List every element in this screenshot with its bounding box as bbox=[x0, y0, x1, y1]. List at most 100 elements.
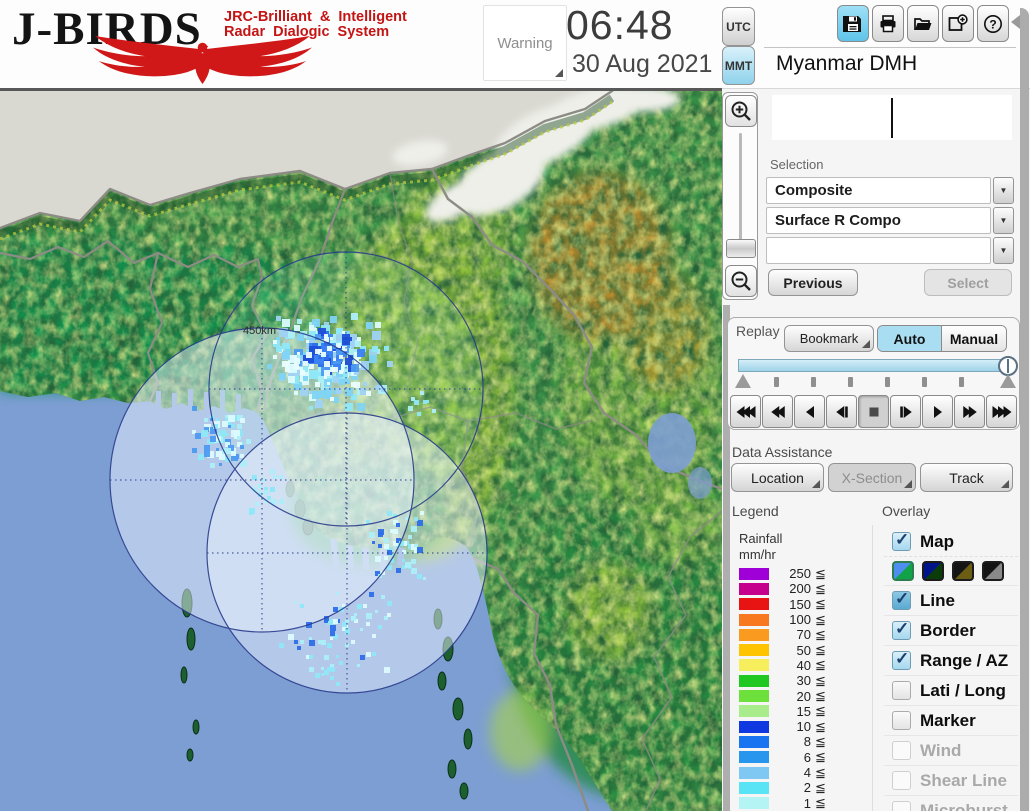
location-button-label: Location bbox=[751, 470, 804, 486]
checkbox-checked[interactable]: ✓ bbox=[892, 591, 911, 610]
range-label-450km: 450km bbox=[243, 325, 276, 337]
legend-row: 10≦ bbox=[739, 719, 849, 734]
legend-row: 100≦ bbox=[739, 612, 849, 627]
scheme-day-swatch[interactable] bbox=[892, 561, 914, 581]
map-zoom-slider-handle[interactable] bbox=[726, 239, 756, 258]
replay-panel: Replay Bookmark Auto Manual bbox=[727, 317, 1020, 430]
map-zoom-strip bbox=[722, 92, 758, 300]
checkbox-unchecked[interactable] bbox=[892, 681, 911, 700]
clock-date: 30 Aug 2021 bbox=[572, 50, 742, 79]
rewind-icon bbox=[767, 405, 789, 419]
mmt-label: MMT bbox=[725, 59, 752, 73]
legend-color-swatch bbox=[739, 736, 769, 748]
forward-button[interactable] bbox=[954, 395, 985, 428]
checkbox-unchecked[interactable] bbox=[892, 711, 911, 730]
overlay-item-label: Lati / Long bbox=[920, 681, 1006, 701]
station-name-box[interactable] bbox=[772, 95, 1012, 140]
overlay-item-range-az[interactable]: ✓Range / AZ bbox=[884, 645, 1018, 675]
panel-collapse-arrow[interactable] bbox=[1011, 15, 1020, 29]
manual-mode-button[interactable]: Manual bbox=[942, 326, 1006, 351]
auto-button-label: Auto bbox=[894, 331, 926, 347]
save-icon bbox=[843, 14, 863, 34]
timezone-utc-button[interactable]: UTC bbox=[722, 7, 755, 46]
checkbox-checked[interactable]: ✓ bbox=[892, 621, 911, 640]
bookmark-button[interactable]: Bookmark bbox=[784, 325, 874, 352]
category-dropdown-arrow[interactable]: ▼ bbox=[993, 177, 1014, 204]
overlay-item-wind[interactable]: Wind bbox=[884, 735, 1018, 765]
step-forward-button[interactable] bbox=[890, 395, 921, 428]
logo-subtitle-line1: JRC-Brilliant & Intelligent bbox=[224, 10, 407, 25]
scheme-night-swatch[interactable] bbox=[922, 561, 944, 581]
overlay-item-microburst[interactable]: Microburst bbox=[884, 795, 1018, 811]
play-forward-button[interactable] bbox=[922, 395, 953, 428]
slider-tick bbox=[922, 377, 927, 387]
legend-section-label: Legend bbox=[732, 503, 779, 519]
checkbox-checked[interactable]: ✓ bbox=[892, 532, 911, 551]
legend-suffix: ≦ bbox=[815, 673, 826, 689]
rewind-fast-button[interactable] bbox=[730, 395, 761, 428]
warning-button[interactable]: Warning bbox=[483, 5, 567, 81]
selection-section-label: Selection bbox=[770, 157, 823, 172]
checkbox-unchecked[interactable] bbox=[892, 801, 911, 811]
checkbox-unchecked[interactable] bbox=[892, 771, 911, 790]
map-zoom-in-button[interactable] bbox=[725, 95, 757, 127]
legend-color-swatch bbox=[739, 598, 769, 610]
legend-color-swatch bbox=[739, 675, 769, 687]
overlay-item-line[interactable]: ✓Line bbox=[884, 585, 1018, 615]
previous-button[interactable]: Previous bbox=[768, 269, 858, 296]
extra-dropdown-arrow[interactable]: ▼ bbox=[993, 237, 1014, 264]
stop-button[interactable] bbox=[858, 395, 889, 428]
track-button[interactable]: Track bbox=[920, 463, 1013, 492]
select-button[interactable]: Select bbox=[924, 269, 1012, 296]
overlay-item-marker[interactable]: Marker bbox=[884, 705, 1018, 735]
stop-icon bbox=[863, 405, 885, 419]
xsection-button[interactable]: X-Section bbox=[828, 463, 916, 492]
import-image-button[interactable] bbox=[942, 5, 974, 42]
play-backward-button[interactable] bbox=[794, 395, 825, 428]
radar-map[interactable]: 450km bbox=[0, 88, 722, 811]
scheme-gray-swatch[interactable] bbox=[982, 561, 1004, 581]
rewind-button[interactable] bbox=[762, 395, 793, 428]
open-folder-button[interactable] bbox=[907, 5, 939, 42]
help-button[interactable]: ? bbox=[977, 5, 1009, 42]
overlay-item-label: Marker bbox=[920, 711, 976, 731]
overlay-item-shear-line[interactable]: Shear Line bbox=[884, 765, 1018, 795]
auto-mode-button[interactable]: Auto bbox=[878, 326, 942, 351]
overlay-item-label: Shear Line bbox=[920, 771, 1007, 791]
legend-suffix: ≦ bbox=[815, 596, 826, 612]
category-dropdown[interactable]: Composite bbox=[766, 177, 991, 204]
legend-quantity-label: Rainfall bbox=[739, 531, 782, 546]
track-button-label: Track bbox=[949, 470, 983, 486]
save-button[interactable] bbox=[837, 5, 869, 42]
checkbox-checked[interactable]: ✓ bbox=[892, 651, 911, 670]
station-title: Myanmar DMH bbox=[776, 52, 917, 76]
check-icon: ✓ bbox=[895, 589, 909, 609]
map-zoom-slider-track[interactable] bbox=[739, 133, 742, 241]
location-button[interactable]: Location bbox=[731, 463, 824, 492]
scheme-olive-swatch[interactable] bbox=[952, 561, 974, 581]
replay-slider-track[interactable] bbox=[738, 359, 1008, 372]
checkbox-unchecked[interactable] bbox=[892, 741, 911, 760]
map-zoom-out-button[interactable] bbox=[725, 265, 757, 297]
legend-row: 20≦ bbox=[739, 688, 849, 703]
legend-suffix: ≦ bbox=[815, 627, 826, 643]
overlay-item-border[interactable]: ✓Border bbox=[884, 615, 1018, 645]
overlay-item-map[interactable]: ✓Map bbox=[884, 527, 1018, 556]
replay-slider-handle[interactable] bbox=[998, 356, 1018, 376]
extra-dropdown[interactable] bbox=[766, 237, 991, 264]
overlay-item-lati-long[interactable]: Lati / Long bbox=[884, 675, 1018, 705]
step-backward-button[interactable] bbox=[826, 395, 857, 428]
print-button[interactable] bbox=[872, 5, 904, 42]
overlay-item-label: Microburst bbox=[920, 801, 1008, 811]
timezone-mmt-button[interactable]: MMT bbox=[722, 46, 755, 85]
legend-color-swatch bbox=[739, 782, 769, 794]
import-image-icon bbox=[947, 13, 969, 35]
product-dropdown-arrow[interactable]: ▼ bbox=[993, 207, 1014, 234]
zoom-out-icon bbox=[729, 269, 753, 293]
legend-suffix: ≦ bbox=[815, 795, 826, 811]
forward-fast-button[interactable] bbox=[986, 395, 1017, 428]
product-dropdown[interactable]: Surface R Compo bbox=[766, 207, 991, 234]
legend-value: 70 bbox=[777, 627, 811, 642]
play-backward-icon bbox=[799, 405, 821, 419]
legend-suffix: ≦ bbox=[815, 688, 826, 704]
